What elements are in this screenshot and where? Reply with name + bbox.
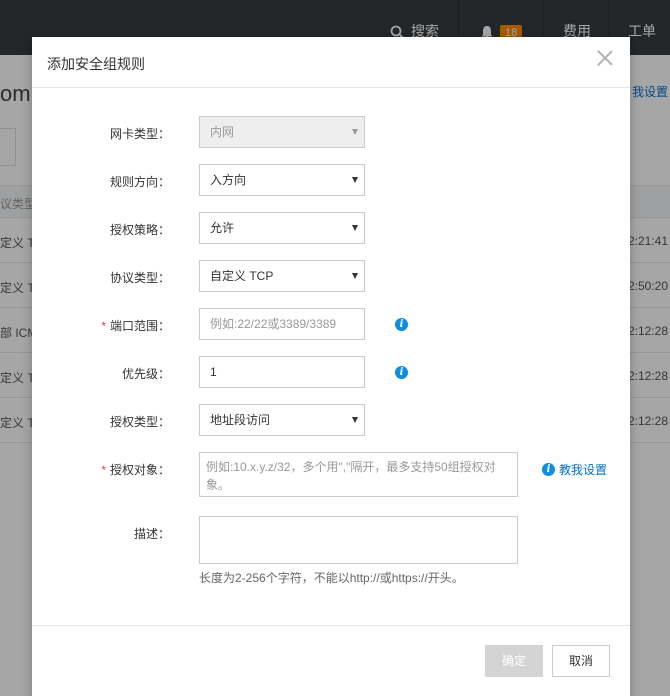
dialog-footer: 确定 取消	[32, 625, 630, 696]
dialog-header: 添加安全组规则	[32, 37, 630, 88]
priority-value: 1	[210, 365, 217, 379]
direction-label: 规则方向：	[109, 175, 170, 189]
policy-label: 授权策略：	[109, 223, 170, 237]
description-label: 描述：	[133, 527, 170, 541]
priority-input[interactable]: 1	[199, 356, 365, 388]
protocol-label: 协议类型：	[109, 271, 170, 285]
nic-type-select: 内网	[199, 116, 365, 148]
port-range-input[interactable]: 例如:22/22或3389/3389	[199, 308, 365, 340]
required-mark: *	[101, 319, 106, 333]
caret-down-icon	[352, 225, 358, 231]
required-mark: *	[101, 463, 106, 477]
confirm-button[interactable]: 确定	[485, 645, 543, 677]
add-security-rule-dialog: 添加安全组规则 网卡类型： 内网 规则方向： 入方向 授权策略： 允许 协议类型…	[32, 37, 630, 696]
help-setup-link[interactable]: i 教我设置	[542, 461, 607, 478]
auth-object-placeholder: 例如:10.x.y.z/32，多个用","隔开，最多支持50组授权对象。	[206, 460, 496, 492]
caret-down-icon	[352, 129, 358, 135]
caret-down-icon	[352, 273, 358, 279]
direction-value: 入方向	[210, 173, 247, 187]
auth-object-label-text: 授权对象：	[109, 463, 170, 477]
nic-type-value: 内网	[210, 125, 235, 139]
description-textarea[interactable]	[199, 516, 518, 564]
description-hint: 长度为2-256个字符，不能以http://或https://开头。	[199, 571, 464, 585]
close-icon[interactable]	[596, 49, 614, 67]
port-range-label: * 端口范围：	[50, 317, 170, 334]
priority-label: 优先级：	[121, 367, 170, 381]
auth-type-label: 授权类型：	[109, 415, 170, 429]
port-range-label-text: 端口范围：	[109, 319, 170, 333]
protocol-select[interactable]: 自定义 TCP	[199, 260, 365, 292]
auth-object-label: * 授权对象：	[50, 461, 170, 478]
info-icon: i	[542, 463, 555, 476]
auth-type-value: 地址段访问	[210, 413, 271, 427]
nic-type-label: 网卡类型：	[109, 127, 170, 141]
dialog-title: 添加安全组规则	[47, 56, 145, 72]
direction-select[interactable]: 入方向	[199, 164, 365, 196]
port-range-placeholder: 例如:22/22或3389/3389	[210, 317, 337, 331]
cancel-button[interactable]: 取消	[552, 645, 610, 677]
protocol-value: 自定义 TCP	[210, 269, 274, 283]
caret-down-icon	[352, 417, 358, 423]
policy-select[interactable]: 允许	[199, 212, 365, 244]
auth-type-select[interactable]: 地址段访问	[199, 404, 365, 436]
auth-object-textarea[interactable]: 例如:10.x.y.z/32，多个用","隔开，最多支持50组授权对象。	[199, 452, 518, 497]
policy-value: 允许	[210, 221, 235, 235]
info-icon[interactable]: i	[395, 318, 408, 331]
help-setup-link-text: 教我设置	[559, 463, 608, 477]
caret-down-icon	[352, 177, 358, 183]
info-icon[interactable]: i	[395, 366, 408, 379]
